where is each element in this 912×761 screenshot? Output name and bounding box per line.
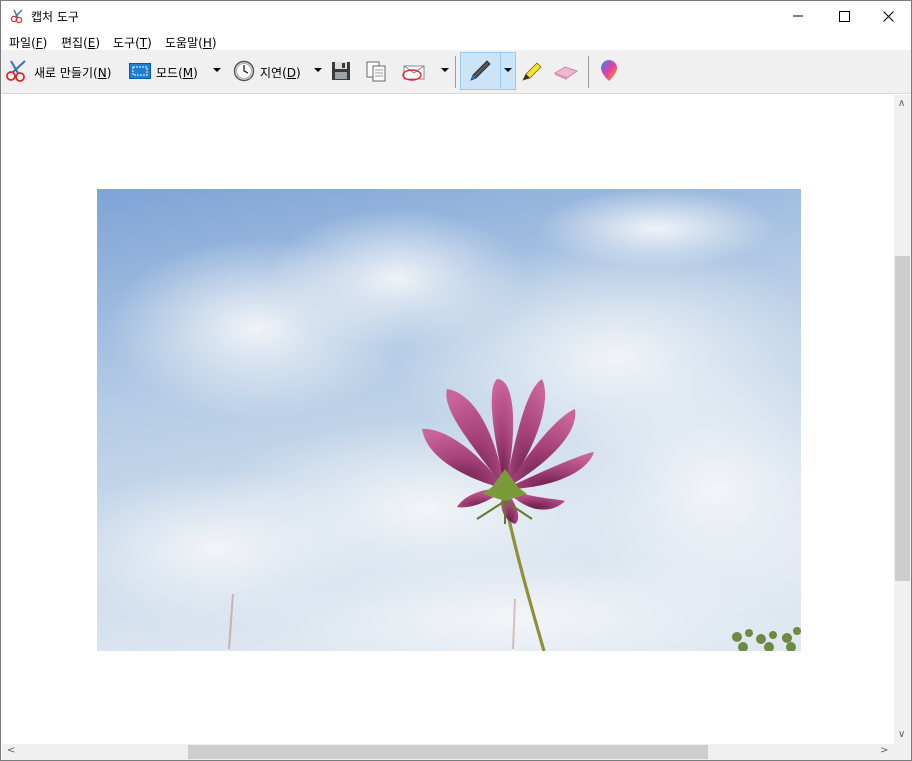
horizontal-scrollbar[interactable]: < > xyxy=(2,744,894,760)
vertical-scroll-thumb[interactable] xyxy=(895,256,910,581)
pen-icon xyxy=(467,58,493,87)
toolbar: 새로 만들기(N) 모드(M) 지연(D) xyxy=(1,50,911,94)
mode-button[interactable]: 모드(M) xyxy=(129,54,198,90)
new-snip-button[interactable]: 새로 만들기(N) xyxy=(5,54,111,90)
new-snip-label: 새로 만들기(N) xyxy=(34,65,112,80)
vertical-scrollbar[interactable]: ∧ ∨ xyxy=(894,95,911,744)
delay-button[interactable]: 지연(D) xyxy=(233,54,301,90)
rectangle-mode-icon xyxy=(129,62,151,82)
toolbar-separator-2 xyxy=(588,56,589,88)
menu-edit[interactable]: 편집(E) xyxy=(61,34,100,51)
maximize-icon xyxy=(838,10,850,22)
copy-icon xyxy=(365,60,387,85)
delay-dropdown-icon[interactable] xyxy=(314,68,322,72)
scroll-down-icon[interactable]: ∨ xyxy=(898,730,905,740)
save-button[interactable] xyxy=(331,54,351,90)
horizontal-scroll-thumb[interactable] xyxy=(188,745,708,759)
toolbar-separator xyxy=(455,56,456,88)
mode-label: 모드(M) xyxy=(156,65,198,80)
captured-image[interactable] xyxy=(97,189,801,651)
delay-label: 지연(D) xyxy=(260,65,301,80)
capture-canvas[interactable] xyxy=(2,95,894,744)
window-title: 캡처 도구 xyxy=(31,10,79,24)
copy-button[interactable] xyxy=(365,54,387,90)
highlighter-icon xyxy=(520,59,544,86)
send-dropdown-icon[interactable] xyxy=(441,68,449,72)
paint3d-icon xyxy=(599,59,619,86)
scrollbar-corner xyxy=(894,744,911,760)
menu-file[interactable]: 파일(F) xyxy=(9,34,47,51)
scroll-right-icon[interactable]: > xyxy=(880,746,888,756)
highlighter-button[interactable] xyxy=(520,54,544,90)
eraser-button[interactable] xyxy=(553,54,579,90)
send-email-icon xyxy=(401,60,427,85)
close-icon xyxy=(882,10,894,22)
menu-help[interactable]: 도움말(H) xyxy=(165,34,217,51)
scroll-up-icon[interactable]: ∧ xyxy=(898,99,905,109)
eraser-icon xyxy=(553,61,579,84)
menu-bar: 파일(F) 편집(E) 도구(T) 도움말(H) xyxy=(1,31,911,51)
maximize-button[interactable] xyxy=(821,1,867,31)
menu-tools[interactable]: 도구(T) xyxy=(113,34,152,51)
pen-tool[interactable] xyxy=(467,54,493,90)
send-snip-button[interactable] xyxy=(401,54,427,90)
minimize-icon xyxy=(793,15,803,17)
pen-dropdown-icon[interactable] xyxy=(504,68,512,72)
close-button[interactable] xyxy=(865,1,911,31)
pen-split-divider xyxy=(500,52,501,88)
paint3d-button[interactable] xyxy=(599,54,619,90)
snipping-tool-window: 캡처 도구 파일(F) 편집(E) 도구(T) 도움말(H) 새로 만들기(N)… xyxy=(0,0,912,761)
save-icon xyxy=(331,61,351,84)
app-scissors-icon xyxy=(10,8,26,24)
title-bar[interactable]: 캡처 도구 xyxy=(1,1,911,31)
scissors-icon xyxy=(5,59,31,86)
mode-dropdown-icon[interactable] xyxy=(213,68,221,72)
clock-icon xyxy=(233,60,255,85)
scroll-left-icon[interactable]: < xyxy=(7,746,15,756)
minimize-button[interactable] xyxy=(775,1,821,31)
